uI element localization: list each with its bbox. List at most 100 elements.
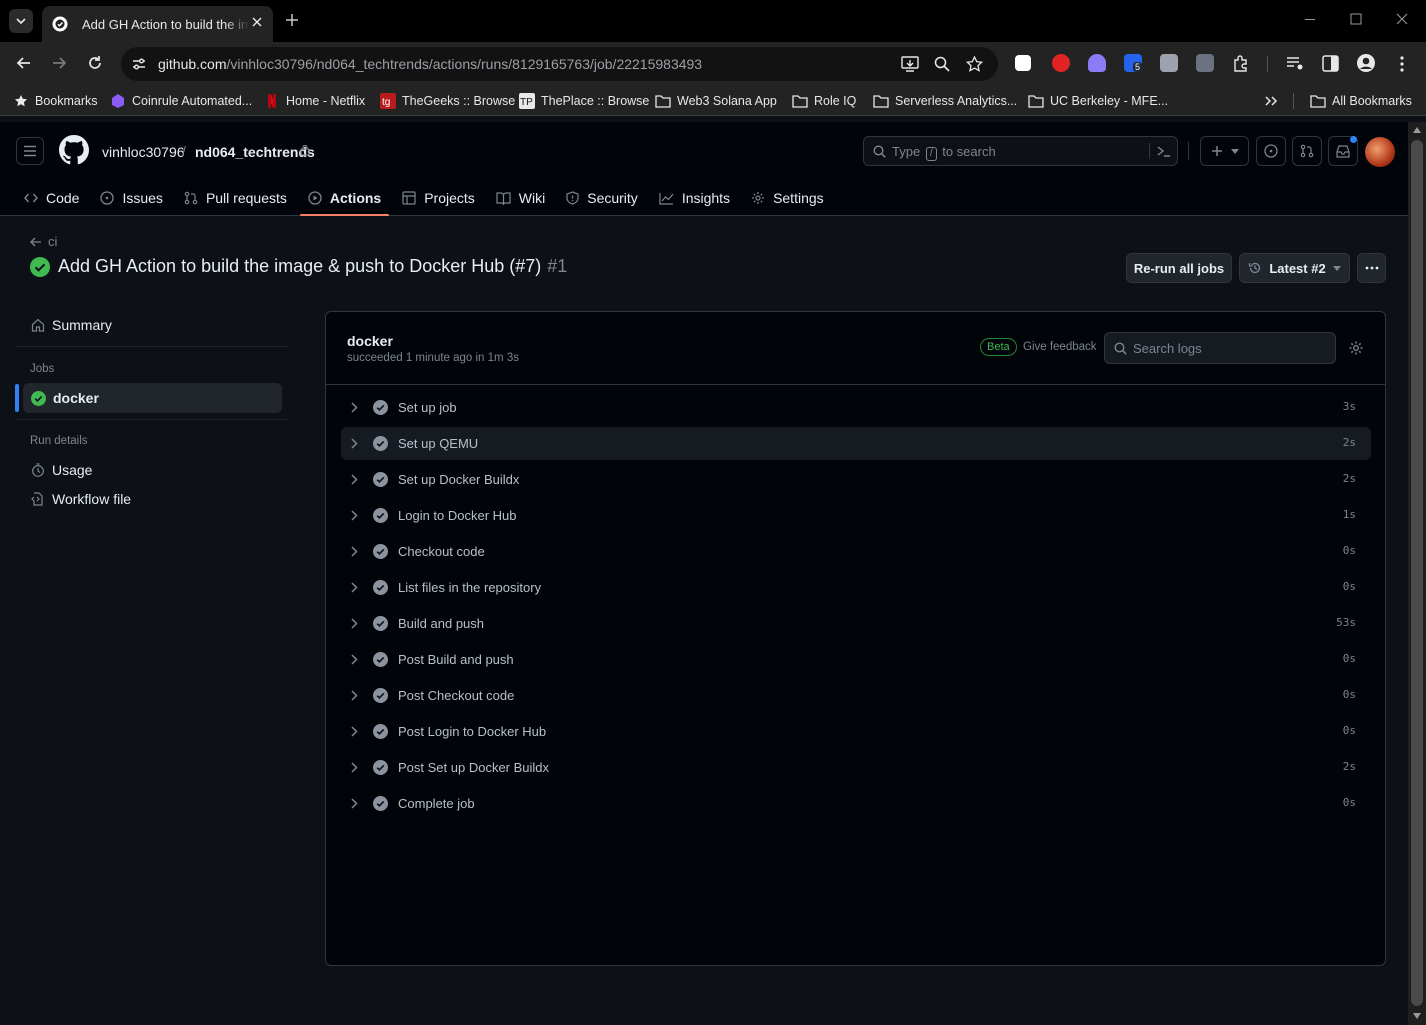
site-info-icon[interactable] [131,56,147,72]
step-row[interactable]: Login to Docker Hub 1s [341,499,1371,532]
maximize-icon[interactable] [1349,12,1363,26]
more-bookmarks-icon[interactable] [1264,95,1278,107]
back-to-workflow-link[interactable]: ci [30,234,57,249]
forward-arrow-icon[interactable] [50,54,68,72]
chevron-right-icon[interactable] [351,474,358,485]
browser-tab-active[interactable]: Add GH Action to build the image & push … [42,6,273,42]
give-feedback-link[interactable]: Give feedback [1023,341,1097,353]
reload-icon[interactable] [86,54,104,72]
breadcrumb-owner[interactable]: vinhloc30796 [102,144,185,160]
log-settings-gear-icon[interactable] [1348,340,1364,356]
rerun-all-jobs-button[interactable]: Re-run all jobs [1126,253,1232,283]
step-name: Set up job [398,400,457,415]
search-logs-input[interactable]: Search logs [1104,332,1336,364]
new-tab-icon[interactable] [284,12,300,28]
close-window-icon[interactable] [1395,12,1409,26]
chevron-right-icon[interactable] [351,654,358,665]
address-bar[interactable]: github.com/vinhloc30796/nd064_techtrends… [121,47,998,81]
chevron-right-icon[interactable] [351,582,358,593]
issues-button[interactable] [1256,136,1286,166]
tab-search-button[interactable] [9,9,33,33]
tab-code[interactable]: Code [16,180,87,216]
step-row[interactable]: Post Set up Docker Buildx 2s [341,751,1371,784]
bookmark-folder[interactable]: Role IQ [792,93,856,109]
step-row[interactable]: Set up QEMU 2s [341,427,1371,460]
bookmark-item[interactable]: Home - Netflix [264,93,365,109]
bookmark-folder[interactable]: UC Berkeley - MFE... [1028,93,1168,109]
extension-gear-icon[interactable] [1196,54,1214,72]
chevron-right-icon[interactable] [351,402,358,413]
bookmark-star-icon[interactable] [966,56,983,72]
step-row[interactable]: Post Build and push 0s [341,643,1371,676]
zoom-icon[interactable] [934,56,950,72]
bookmark-folder[interactable]: Web3 Solana App [655,93,777,109]
install-app-icon[interactable] [901,56,919,72]
extension-red-icon[interactable] [1052,54,1070,72]
browser-menu-icon[interactable] [1399,55,1405,73]
all-bookmarks-button[interactable]: All Bookmarks [1310,93,1412,109]
scroll-down-icon[interactable] [1413,1013,1421,1019]
step-row[interactable]: Post Login to Docker Hub 0s [341,715,1371,748]
chevron-right-icon[interactable] [351,762,358,773]
tab-security[interactable]: Security [558,180,646,216]
tab-projects[interactable]: Projects [394,180,483,216]
issue-opened-icon [1264,144,1278,158]
bookmark-item[interactable]: tg TheGeeks :: Browse [380,93,515,109]
chevron-right-icon[interactable] [351,726,358,737]
close-tab-icon[interactable] [251,16,263,28]
more-options-button[interactable] [1357,253,1386,283]
chevron-right-icon[interactable] [351,798,358,809]
tab-wiki[interactable]: Wiki [488,180,553,216]
sidebar-item-workflow-file[interactable]: Workflow file [23,485,131,513]
step-row[interactable]: Post Checkout code 0s [341,679,1371,712]
global-nav-menu-button[interactable] [16,137,44,165]
back-arrow-icon[interactable] [15,54,33,72]
sidebar-item-docker[interactable]: docker [23,384,99,412]
sidebar-item-summary[interactable]: Summary [23,311,112,339]
pull-requests-button[interactable] [1292,136,1322,166]
side-panel-icon[interactable] [1322,55,1339,72]
profile-icon[interactable] [1356,53,1376,73]
step-row[interactable]: Set up Docker Buildx 2s [341,463,1371,496]
minimize-icon[interactable] [1303,12,1317,26]
command-palette-icon[interactable] [1157,145,1171,158]
create-new-button[interactable] [1200,136,1249,166]
extensions-puzzle-icon[interactable] [1232,54,1250,72]
breadcrumb-repo[interactable]: nd064_techtrends [195,144,315,160]
bookmark-folder[interactable]: Serverless Analytics... [873,93,1017,109]
toolbar-divider [1267,56,1268,72]
step-row[interactable]: Checkout code 0s [341,535,1371,568]
chevron-right-icon[interactable] [351,618,358,629]
tab-settings[interactable]: Settings [743,180,832,216]
chevron-right-icon[interactable] [351,438,358,449]
tab-actions[interactable]: Actions [299,180,390,216]
tab-issues[interactable]: Issues [92,180,170,216]
bookmark-item[interactable]: TP ThePlace :: Browse [519,93,649,109]
global-search-input[interactable]: Type / to search [863,136,1178,166]
scroll-up-icon[interactable] [1413,127,1421,133]
step-row[interactable]: List files in the repository 0s [341,571,1371,604]
bookmark-item[interactable]: Coinrule Automated... [110,93,252,109]
extension-ghost-icon[interactable] [1088,54,1106,72]
tab-pull-requests[interactable]: Pull requests [176,180,295,216]
extension-gray-icon[interactable] [1160,54,1178,72]
github-logo-icon[interactable] [59,135,89,165]
tg-icon: tg [380,93,396,109]
bookmark-item[interactable]: Bookmarks [13,93,98,109]
chevron-right-icon[interactable] [351,546,358,557]
step-row[interactable]: Build and push 53s [341,607,1371,640]
tab-insights[interactable]: Insights [651,180,738,216]
step-row[interactable]: Complete job 0s [341,787,1371,820]
latest-attempt-dropdown[interactable]: Latest #2 [1239,253,1350,283]
sidebar-item-usage[interactable]: Usage [23,456,92,484]
media-queue-icon[interactable] [1286,55,1304,71]
scrollbar-thumb[interactable] [1411,140,1423,1006]
step-row[interactable]: Set up job 3s [341,391,1371,424]
extension-bitwarden-icon[interactable]: 5 [1124,54,1143,72]
page-scrollbar[interactable] [1408,122,1426,1025]
chevron-right-icon[interactable] [351,510,358,521]
chevron-right-icon[interactable] [351,690,358,701]
extension-b-icon[interactable] [1015,55,1031,71]
user-avatar[interactable] [1365,137,1395,167]
stopwatch-icon [32,463,44,477]
